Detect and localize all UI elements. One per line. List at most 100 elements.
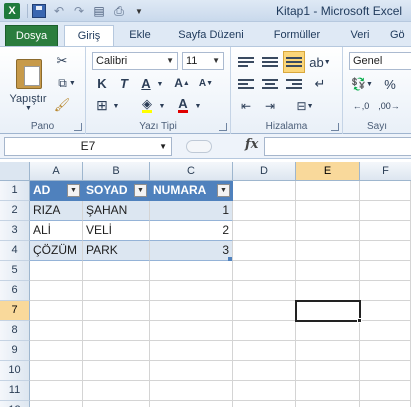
decrease-decimal-icon[interactable]: ,00→	[377, 97, 401, 115]
name-box[interactable]: E7 ▼	[4, 137, 172, 156]
copy-icon[interactable]: ⧉ ▼	[54, 75, 80, 91]
empty-cell[interactable]	[296, 181, 360, 201]
empty-cell[interactable]	[83, 381, 150, 401]
empty-cell[interactable]	[233, 381, 296, 401]
empty-cell[interactable]	[30, 281, 83, 301]
formula-input[interactable]	[264, 137, 411, 156]
align-center-icon[interactable]	[261, 75, 279, 93]
align-left-icon[interactable]	[237, 75, 255, 93]
empty-cell[interactable]	[296, 201, 360, 221]
table-cell[interactable]: VELİ	[83, 221, 150, 241]
empty-cell[interactable]	[233, 401, 296, 407]
align-right-icon[interactable]	[285, 75, 303, 93]
column-header-a[interactable]: A	[30, 162, 83, 181]
underline-dropdown-icon[interactable]: ▼	[156, 79, 164, 89]
fill-handle[interactable]	[357, 318, 362, 323]
empty-cell[interactable]	[233, 261, 296, 281]
empty-cell[interactable]	[296, 341, 360, 361]
filter-dropdown-icon[interactable]: ▼	[134, 184, 147, 197]
print-preview-icon[interactable]: ⎙	[111, 3, 127, 19]
empty-cell[interactable]	[360, 401, 411, 407]
orientation-icon[interactable]: ab ▼	[309, 53, 331, 71]
row-header-8[interactable]: 8	[0, 321, 30, 341]
row-header-6[interactable]: 6	[0, 281, 30, 301]
align-middle-icon[interactable]	[261, 53, 279, 71]
excel-logo-icon[interactable]: X	[4, 3, 20, 19]
empty-cell[interactable]	[360, 201, 411, 221]
empty-cell[interactable]	[233, 321, 296, 341]
row-header-11[interactable]: 11	[0, 381, 30, 401]
empty-cell[interactable]	[233, 241, 296, 261]
insert-function-icon[interactable]: fx	[245, 137, 258, 152]
empty-cell[interactable]	[296, 321, 360, 341]
tab-insert[interactable]: Ekle	[118, 25, 162, 46]
table-cell[interactable]: 2	[150, 221, 233, 241]
table-cell[interactable]: PARK	[83, 241, 150, 261]
empty-cell[interactable]	[83, 321, 150, 341]
column-header-c[interactable]: C	[150, 162, 233, 181]
empty-cell[interactable]	[150, 361, 233, 381]
decrease-indent-icon[interactable]: ⇤	[237, 97, 255, 115]
column-header-d[interactable]: D	[233, 162, 296, 181]
number-format-combo[interactable]: Genel	[349, 52, 411, 70]
undo-icon[interactable]: ↶	[51, 3, 67, 19]
empty-cell[interactable]	[360, 221, 411, 241]
align-bottom-icon[interactable]	[283, 51, 305, 73]
alignment-launcher-icon[interactable]	[331, 123, 339, 131]
clipboard-launcher-icon[interactable]	[74, 123, 82, 131]
empty-cell[interactable]	[360, 281, 411, 301]
empty-cell[interactable]	[360, 241, 411, 261]
filter-dropdown-icon[interactable]: ▼	[217, 184, 230, 197]
empty-cell[interactable]	[83, 281, 150, 301]
tab-review[interactable]: Gö	[390, 25, 411, 46]
table-cell[interactable]: ŞAHAN	[83, 201, 150, 221]
italic-button[interactable]: T	[116, 75, 132, 91]
row-header-7[interactable]: 7	[0, 301, 30, 321]
customize-qat-icon[interactable]: ▼	[131, 3, 147, 19]
fill-color-icon[interactable]: ◈	[138, 96, 156, 114]
row-header-4[interactable]: 4	[0, 241, 30, 261]
empty-cell[interactable]	[83, 301, 150, 321]
empty-cell[interactable]	[296, 261, 360, 281]
empty-cell[interactable]	[83, 261, 150, 281]
table-cell[interactable]: ALİ	[30, 221, 83, 241]
empty-cell[interactable]	[30, 301, 83, 321]
paste-button[interactable]: Yapıştır ▼	[6, 51, 47, 112]
empty-cell[interactable]	[30, 401, 83, 407]
bold-button[interactable]: K	[94, 75, 110, 91]
empty-cell[interactable]	[360, 301, 411, 321]
row-header-10[interactable]: 10	[0, 361, 30, 381]
font-color-dropdown-icon[interactable]: ▼	[194, 101, 202, 111]
save-icon[interactable]	[31, 3, 47, 19]
active-cell-e7[interactable]	[295, 300, 361, 322]
empty-cell[interactable]	[233, 181, 296, 201]
empty-cell[interactable]	[233, 201, 296, 221]
filter-dropdown-icon[interactable]: ▼	[67, 184, 80, 197]
font-size-combo[interactable]: 11 ▼	[182, 52, 224, 70]
row-header-3[interactable]: 3	[0, 221, 30, 241]
empty-cell[interactable]	[360, 321, 411, 341]
align-top-icon[interactable]	[237, 53, 255, 71]
increase-indent-icon[interactable]: ⇥	[261, 97, 279, 115]
table-header-cell[interactable]: NUMARA ▼	[150, 181, 233, 201]
empty-cell[interactable]	[296, 221, 360, 241]
empty-cell[interactable]	[150, 281, 233, 301]
empty-cell[interactable]	[296, 241, 360, 261]
table-cell[interactable]: RIZA	[30, 201, 83, 221]
empty-cell[interactable]	[150, 321, 233, 341]
empty-cell[interactable]	[233, 341, 296, 361]
column-header-e[interactable]: E	[296, 162, 360, 181]
shrink-font-icon[interactable]: A ▼	[196, 75, 216, 91]
cut-icon[interactable]: ✂	[54, 53, 70, 69]
empty-cell[interactable]	[150, 261, 233, 281]
row-header-9[interactable]: 9	[0, 341, 30, 361]
empty-cell[interactable]	[360, 361, 411, 381]
empty-cell[interactable]	[233, 221, 296, 241]
empty-cell[interactable]	[30, 361, 83, 381]
increase-decimal-icon[interactable]: ←,0	[349, 97, 373, 115]
empty-cell[interactable]	[83, 361, 150, 381]
tab-data[interactable]: Veri	[340, 25, 380, 46]
empty-cell[interactable]	[83, 401, 150, 407]
row-header-1[interactable]: 1	[0, 181, 30, 201]
grow-font-icon[interactable]: A ▲	[172, 75, 192, 91]
